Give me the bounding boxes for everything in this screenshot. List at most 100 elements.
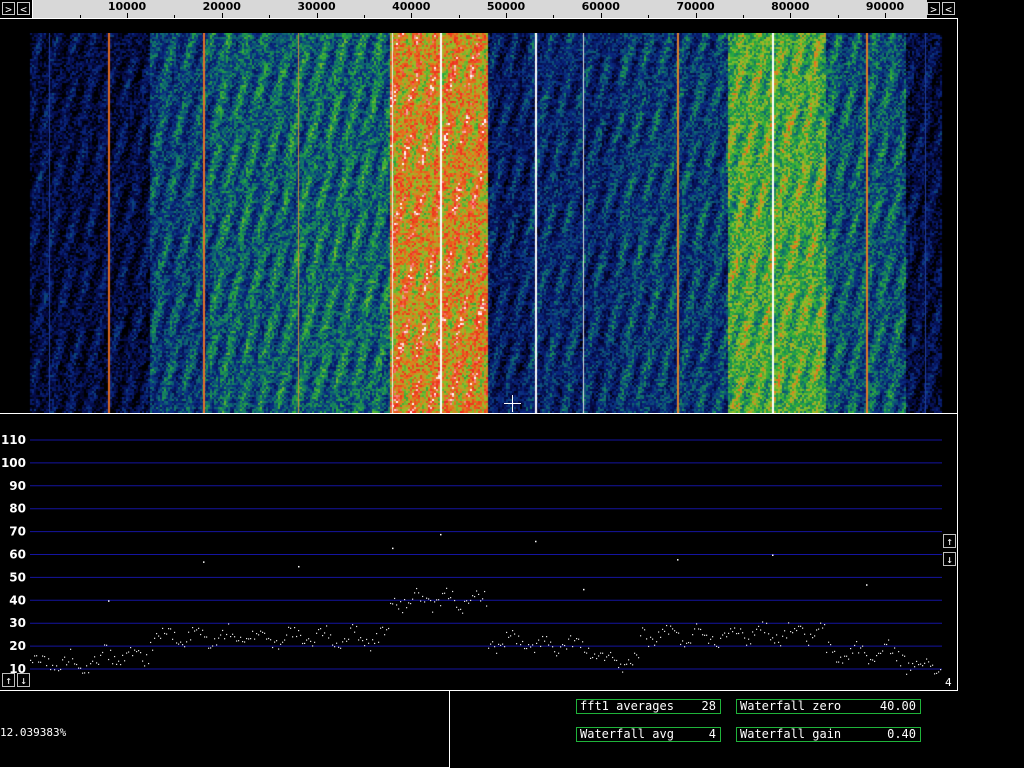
spectrum-point (502, 643, 504, 645)
spectrum-point (784, 630, 786, 632)
spectrum-point (748, 638, 750, 640)
spectrum-point (850, 648, 852, 650)
spectrum-point (214, 638, 216, 640)
spectrum-point (626, 663, 628, 665)
spectrum-point (798, 625, 800, 627)
spectrum-point (500, 644, 502, 646)
spectrum-point (210, 647, 212, 649)
spectrum-point (48, 658, 50, 660)
spectrum-y-label: 90 (9, 479, 26, 493)
scroll-left-outer-button[interactable]: > (2, 2, 15, 16)
scroll-right-inner-button[interactable]: < (942, 2, 955, 16)
spectrum-point (192, 627, 194, 629)
spectrum-point (374, 642, 376, 645)
spectrum-point (172, 638, 174, 640)
spectrum-display[interactable]: 110 100 90 80 70 60 50 40 30 20 10 ↑ ↓ ↑ ↓ 4 (0, 413, 958, 691)
spectrum-point (616, 659, 618, 662)
waterfall-gain-field[interactable]: Waterfall gain 0.40 (736, 727, 921, 742)
frequency-tick (127, 13, 128, 18)
spectrum-point (734, 627, 736, 629)
spectrum-point (88, 672, 90, 674)
spectrum-point (698, 628, 700, 630)
spectrum-point (772, 637, 774, 639)
spectrum-point (540, 645, 542, 648)
spectrum-point (708, 642, 710, 644)
spectrum-point (342, 641, 344, 643)
spectrum-point (884, 643, 886, 645)
spectrum-peak-point (583, 588, 585, 591)
spectrum-point (150, 641, 152, 644)
spectrum-point (330, 634, 332, 636)
spectrum-point (32, 661, 34, 664)
waterfall-avg-value: 4 (708, 727, 716, 741)
spectrum-point (646, 638, 648, 640)
waterfall-avg-field[interactable]: Waterfall avg 4 (576, 727, 721, 742)
spectrum-point (916, 660, 918, 663)
spectrum-point (774, 642, 776, 644)
spectrum-point (750, 643, 752, 645)
spectrum-point (252, 630, 254, 632)
spectrum-point (276, 640, 278, 642)
waterfall-display[interactable] (0, 19, 958, 413)
frequency-ruler[interactable]: 10000 20000 30000 40000 50000 60000 70000 80000… (32, 0, 927, 18)
spectrum-point (914, 666, 916, 668)
spectrum-point (594, 653, 596, 655)
spectrum-point (524, 647, 526, 650)
spectrum-point (730, 628, 732, 630)
spectrum-point (550, 641, 552, 643)
spectrum-point (286, 634, 288, 636)
spectrum-point (254, 638, 256, 640)
spectrum-point (816, 629, 818, 631)
waterfall-zero-field[interactable]: Waterfall zero 40.00 (736, 699, 921, 714)
spectrum-point (194, 630, 196, 632)
spectrum-point (258, 634, 260, 636)
spectrum-point (672, 628, 674, 630)
spectrum-point (436, 599, 438, 601)
spectrum-point (206, 636, 208, 638)
spectrum-point (724, 632, 726, 634)
spectrum-point (836, 661, 838, 663)
spectrum-point (580, 646, 582, 649)
spectrum-point (484, 590, 486, 593)
spectrum-point (542, 635, 544, 638)
spectrum-scroll-up-button[interactable]: ↑ (943, 534, 956, 548)
spectrum-point (350, 627, 352, 629)
spectrum-scroll-down-button[interactable]: ↓ (943, 552, 956, 566)
spectrum-point (390, 602, 392, 605)
spectrum-point (832, 651, 834, 653)
spectrum-point (802, 627, 804, 629)
spectrum-y-label: 20 (9, 639, 26, 653)
spectrum-point (858, 652, 860, 654)
spectrum-point (840, 656, 842, 658)
spectrum-point (224, 638, 226, 640)
spectrum-point (814, 635, 816, 637)
spectrum-point (572, 646, 574, 648)
waterfall-canvas[interactable] (0, 33, 957, 413)
spectrum-point (340, 647, 342, 649)
spectrum-point (856, 640, 858, 643)
spectrum-point (510, 635, 512, 637)
spectrum-y-label: 30 (9, 616, 26, 630)
spectrum-point (902, 654, 904, 656)
level-down-button[interactable]: ↓ (17, 673, 30, 687)
spectrum-point (480, 600, 482, 602)
spectrum-point (182, 644, 184, 646)
level-up-button[interactable]: ↑ (2, 673, 15, 687)
spectrum-point (314, 641, 316, 643)
spectrum-point (344, 638, 346, 640)
spectrum-point (110, 649, 112, 651)
scroll-right-outer-button[interactable]: > (927, 2, 940, 16)
fft1-averages-field[interactable]: fft1 averages 28 (576, 699, 721, 714)
spectrum-point (346, 640, 348, 642)
spectrum-point (612, 656, 614, 659)
spectrum-point (94, 656, 96, 658)
spectrum-point (530, 646, 532, 648)
spectrum-point (162, 627, 164, 630)
spectrum-point (292, 636, 294, 638)
fft1-averages-value: 28 (701, 699, 716, 713)
spectrum-point (578, 638, 580, 640)
spectrum-point (812, 637, 814, 639)
spectrum-point (820, 622, 822, 624)
spectrum-point (282, 641, 284, 643)
scroll-left-inner-button[interactable]: < (17, 2, 30, 16)
